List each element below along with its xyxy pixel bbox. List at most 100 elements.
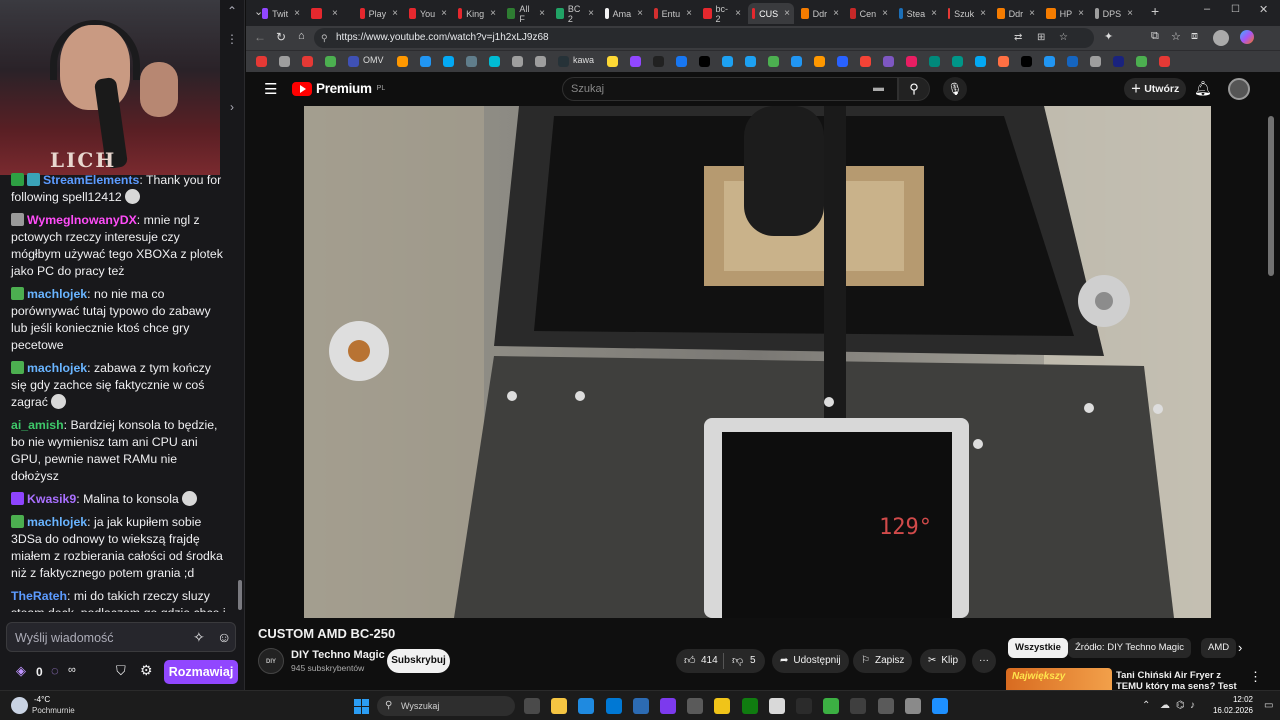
- tab-close-icon[interactable]: ×: [784, 8, 790, 19]
- bookmark-icon[interactable]: [791, 56, 802, 67]
- bookmark-icon[interactable]: [325, 56, 336, 67]
- chevron-right-icon[interactable]: ›: [230, 100, 234, 114]
- bookmark-label[interactable]: OMV: [363, 55, 384, 65]
- browser-tab[interactable]: Play ×: [356, 3, 402, 24]
- start-button[interactable]: [354, 699, 369, 714]
- bookmark-icon[interactable]: [653, 56, 664, 67]
- tab-close-icon[interactable]: ×: [931, 8, 937, 19]
- chat-badge-icon[interactable]: [11, 492, 24, 505]
- recommendation-thumbnail[interactable]: Największy: [1006, 668, 1112, 690]
- bookmark-icon[interactable]: [443, 56, 454, 67]
- recommendation-title[interactable]: Tani Chiński Air Fryer z TEMU który ma s…: [1116, 670, 1246, 690]
- puzzle-icon[interactable]: ⧉: [1151, 30, 1159, 43]
- bookmark-icon[interactable]: [768, 56, 779, 67]
- browser-tab[interactable]: ×: [307, 3, 353, 24]
- tab-close-icon[interactable]: ×: [588, 8, 594, 19]
- chat-username[interactable]: WymeglnowanyDX: [27, 213, 137, 227]
- browser-tab[interactable]: Cen ×: [846, 3, 892, 24]
- bookmark-icon[interactable]: [929, 56, 940, 67]
- clip-button[interactable]: ✂ Klip: [920, 649, 967, 673]
- browser-tab[interactable]: Ama ×: [601, 3, 647, 24]
- bookmark-icon[interactable]: [722, 56, 733, 67]
- recommendation-menu-icon[interactable]: ⋮: [1249, 669, 1262, 685]
- home-icon[interactable]: ⌂: [298, 30, 305, 42]
- bookmark-icon[interactable]: [699, 56, 710, 67]
- clock-date[interactable]: 16.02.2026: [1201, 706, 1253, 715]
- magic-wand-icon[interactable]: ✧: [193, 629, 205, 646]
- tab-close-icon[interactable]: ×: [332, 8, 338, 19]
- bookmark-icon[interactable]: [883, 56, 894, 67]
- taskbar-app-icon[interactable]: [578, 698, 595, 714]
- chat-username[interactable]: machlojek: [27, 515, 87, 529]
- minimize-icon[interactable]: –: [1204, 3, 1210, 15]
- browser-tab[interactable]: Ddr ×: [993, 3, 1039, 24]
- taskbar-app-icon[interactable]: [904, 698, 921, 714]
- chat-badge-icon[interactable]: [11, 287, 24, 300]
- favorites-icon[interactable]: ☆: [1171, 30, 1181, 43]
- taskbar-app-icon[interactable]: [741, 698, 758, 714]
- bookmark-icon[interactable]: [302, 56, 313, 67]
- bookmark-icon[interactable]: [1044, 56, 1055, 67]
- page-scrollbar[interactable]: [1266, 106, 1276, 690]
- tab-close-icon[interactable]: ×: [1078, 8, 1084, 19]
- translate-icon[interactable]: ⇄: [1014, 28, 1022, 48]
- chat-username[interactable]: StreamElements: [43, 173, 139, 187]
- bookmark-icon[interactable]: [975, 56, 986, 67]
- gear-icon[interactable]: ⚙: [140, 662, 153, 679]
- save-button[interactable]: ⚐ Zapisz: [853, 649, 913, 673]
- browser-tab[interactable]: CUS ×: [748, 3, 794, 24]
- filter-chip[interactable]: AMD: [1201, 638, 1237, 658]
- copilot-icon[interactable]: [1240, 30, 1254, 44]
- bookmark-icon[interactable]: [1159, 56, 1170, 67]
- bell-icon[interactable]: 🔔︎: [1194, 80, 1212, 97]
- video-player[interactable]: 129°: [304, 106, 1211, 618]
- bookmark-label[interactable]: kawa: [573, 55, 594, 65]
- chat-username[interactable]: Kwasik9: [27, 492, 76, 506]
- keyboard-icon[interactable]: ▬: [873, 82, 884, 94]
- chat-username[interactable]: TheRateh: [11, 589, 67, 603]
- tab-close-icon[interactable]: ×: [833, 8, 839, 19]
- star-icon[interactable]: ☆: [1059, 28, 1068, 48]
- taskbar-app-icon[interactable]: [850, 698, 867, 714]
- bookmark-icon[interactable]: [1067, 56, 1078, 67]
- account-avatar[interactable]: [1228, 78, 1250, 100]
- chat-badge-icon[interactable]: [11, 173, 24, 186]
- taskbar-app-icon[interactable]: [877, 698, 894, 714]
- tab-close-icon[interactable]: ×: [490, 8, 496, 19]
- tab-close-icon[interactable]: ×: [539, 8, 545, 19]
- bookmark-icon[interactable]: [952, 56, 963, 67]
- browser-tab[interactable]: HP ×: [1042, 3, 1088, 24]
- chat-badge-icon[interactable]: [27, 173, 40, 186]
- bookmark-icon[interactable]: [558, 56, 569, 67]
- tab-close-icon[interactable]: ×: [735, 8, 741, 19]
- browser-tab[interactable]: Twit ×: [258, 3, 304, 24]
- bookmark-icon[interactable]: [998, 56, 1009, 67]
- tab-close-icon[interactable]: ×: [1127, 8, 1133, 19]
- bookmark-icon[interactable]: [1113, 56, 1124, 67]
- new-tab-icon[interactable]: +: [1151, 3, 1159, 19]
- notifications-icon[interactable]: ▭: [1264, 700, 1275, 711]
- more-actions-button[interactable]: ···: [972, 649, 996, 673]
- browser-tab[interactable]: Stea ×: [895, 3, 941, 24]
- volume-icon[interactable]: ♪: [1190, 700, 1201, 711]
- scrollbar-thumb[interactable]: [1268, 116, 1274, 276]
- emoji-icon[interactable]: ☺: [217, 629, 231, 645]
- taskbar-app-icon[interactable]: [823, 698, 840, 714]
- bookmark-icon[interactable]: [256, 56, 267, 67]
- browser-tab[interactable]: Entu ×: [650, 3, 696, 24]
- network-icon[interactable]: ⌬: [1176, 700, 1187, 711]
- browser-tab[interactable]: Ddr ×: [797, 3, 843, 24]
- bookmark-icon[interactable]: [607, 56, 618, 67]
- bookmark-icon[interactable]: [745, 56, 756, 67]
- browser-tab[interactable]: BC 2 ×: [552, 3, 598, 24]
- taskbar-app-icon[interactable]: [660, 698, 676, 714]
- bookmark-icon[interactable]: [1021, 56, 1032, 67]
- taskbar-app-icon[interactable]: [551, 698, 568, 714]
- bookmark-icon[interactable]: [837, 56, 848, 67]
- bookmark-icon[interactable]: [1136, 56, 1147, 67]
- chat-scrollbar[interactable]: [238, 580, 242, 610]
- address-bar[interactable]: ⚲ https://www.youtube.com/watch?v=j1h2xL…: [314, 28, 1094, 48]
- chevron-up-icon[interactable]: ⌃: [227, 4, 237, 18]
- chat-username[interactable]: ai_amish: [11, 418, 64, 432]
- extension-icon[interactable]: ✦: [1104, 30, 1113, 43]
